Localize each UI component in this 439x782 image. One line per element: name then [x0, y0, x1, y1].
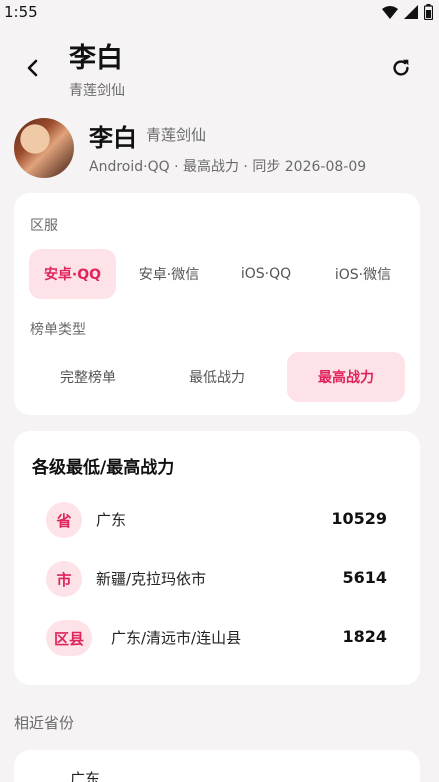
rank-type-chip-group: 完整榜单 最低战力 最高战力 — [14, 352, 420, 402]
top-app-bar: 李白 青莲剑仙 — [0, 30, 439, 106]
region-name: 新疆/克拉玛依市 — [96, 570, 207, 588]
power-value: 10529 — [331, 509, 387, 528]
battery-icon — [424, 4, 433, 20]
power-row-county[interactable]: 区县 广东/清远市/连山县 1824 — [14, 618, 420, 658]
refresh-button[interactable] — [387, 54, 415, 82]
page-subtitle: 青莲剑仙 — [69, 83, 125, 99]
nearby-card: 广东 — [14, 750, 420, 782]
chip-server-android-wechat[interactable]: 安卓·微信 — [125, 249, 213, 299]
chip-server-ios-qq[interactable]: iOS·QQ — [222, 249, 310, 299]
chip-server-ios-wechat[interactable]: iOS·微信 — [319, 249, 407, 299]
chip-rank-highest[interactable]: 最高战力 — [287, 352, 405, 402]
power-value: 1824 — [342, 627, 387, 646]
nearby-item[interactable]: 广东 — [70, 768, 100, 782]
hero-name: 李白 — [89, 124, 137, 152]
hero-title: 青莲剑仙 — [146, 126, 207, 144]
signal-icon — [404, 5, 418, 19]
hero-avatar — [14, 118, 74, 178]
page-title: 李白 — [69, 43, 123, 74]
chip-rank-lowest[interactable]: 最低战力 — [158, 352, 276, 402]
power-row-city[interactable]: 市 新疆/克拉玛依市 5614 — [14, 559, 420, 599]
power-card: 各级最低/最高战力 省 广东 10529 市 新疆/克拉玛依市 5614 区县 … — [14, 431, 420, 685]
chip-rank-full[interactable]: 完整榜单 — [29, 352, 147, 402]
hero-meta: Android·QQ · 最高战力 · 同步 2026-08-09 — [89, 159, 367, 175]
nearby-section-label: 相近省份 — [14, 714, 75, 732]
back-button[interactable] — [18, 54, 46, 82]
power-row-province[interactable]: 省 广东 10529 — [14, 500, 420, 540]
level-badge: 省 — [46, 502, 82, 538]
status-icons — [382, 4, 433, 20]
hero-profile: 李白 青莲剑仙 Android·QQ · 最高战力 · 同步 2026-08-0… — [14, 118, 425, 178]
level-badge: 区县 — [46, 620, 93, 656]
power-value: 5614 — [342, 568, 387, 587]
region-name: 广东 — [96, 511, 127, 529]
chevron-left-icon — [27, 59, 38, 77]
server-section-label: 区服 — [30, 218, 58, 234]
rank-type-section-label: 榜单类型 — [30, 322, 86, 338]
status-time: 1:55 — [4, 3, 38, 21]
power-card-title: 各级最低/最高战力 — [32, 458, 175, 478]
region-name: 广东/清远市/连山县 — [111, 629, 242, 647]
wifi-icon — [382, 5, 398, 19]
filter-card: 区服 安卓·QQ 安卓·微信 iOS·QQ iOS·微信 榜单类型 完整榜单 最… — [14, 193, 420, 415]
status-bar: 1:55 — [0, 0, 439, 24]
chip-server-android-qq[interactable]: 安卓·QQ — [29, 249, 116, 299]
server-chip-group: 安卓·QQ 安卓·微信 iOS·QQ iOS·微信 — [14, 249, 420, 299]
refresh-icon — [393, 59, 409, 76]
level-badge: 市 — [46, 561, 82, 597]
